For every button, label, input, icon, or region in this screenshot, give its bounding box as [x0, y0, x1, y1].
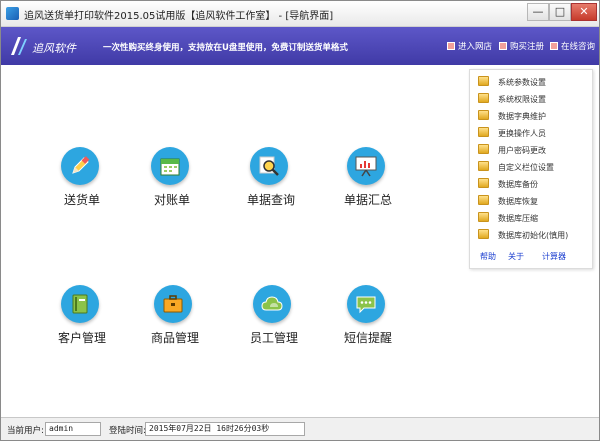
menu-item-change-operator[interactable]: 更换操作人员 [478, 125, 590, 140]
current-user-value: admin [45, 422, 101, 436]
menu-item-system-params[interactable]: 系统参数设置 [478, 74, 590, 89]
register-icon [499, 42, 507, 50]
menu-item-change-password[interactable]: 用户密码更改 [478, 142, 590, 157]
menu-item-label: 系统权限设置 [498, 95, 546, 104]
tile-icon-circle [253, 285, 291, 323]
tile-label: 对账单 [153, 193, 190, 207]
menu-item-label: 系统参数设置 [498, 78, 546, 87]
main-window: 追风送货单打印软件2015.05试用版【追风软件工作室】 - [导航界面] — … [0, 0, 600, 441]
tile-product-management[interactable]: 商品管理 [130, 285, 220, 369]
folder-icon [478, 110, 489, 120]
tile-icon-circle [347, 285, 385, 323]
tile-label: 送货单 [63, 193, 100, 207]
window-title: 追风送货单打印软件2015.05试用版【追风软件工作室】 - [导航界面] [24, 11, 334, 22]
tile-label: 单据汇总 [343, 193, 392, 207]
tile-icon-circle [151, 147, 189, 185]
store-icon [447, 42, 455, 50]
menu-item-data-dictionary[interactable]: 数据字典维护 [478, 108, 590, 123]
address-book-icon [72, 294, 88, 314]
buy-register-link[interactable]: 购买注册 [499, 40, 544, 52]
tile-sms-reminder[interactable]: 短信提醒 [323, 285, 413, 369]
folder-icon [478, 93, 489, 103]
calendar-icon [160, 158, 180, 176]
menu-item-label: 数据字典维护 [498, 112, 546, 121]
folder-icon [478, 144, 489, 154]
folder-icon [478, 229, 489, 239]
tile-icon-circle [61, 285, 99, 323]
tile-label: 短信提醒 [343, 331, 392, 345]
header-banner: 追风软件 一次性购买终身使用，支持放在U盘里使用，免费订制送货单格式 进入网店 … [1, 27, 599, 65]
tile-delivery-note[interactable]: 送货单 [37, 147, 127, 231]
chat-icon [550, 42, 558, 50]
navigation-area: 送货单 对账单 单据查询 单据汇总 客户管理 商品管理 员工管理 短信提醒 系统… [1, 65, 599, 417]
tile-icon-circle [250, 147, 288, 185]
menu-item-db-restore[interactable]: 数据库恢复 [478, 193, 590, 208]
login-time-label: 登陆时间: [109, 426, 146, 436]
calculator-link[interactable]: 计算器 [542, 251, 566, 262]
login-time-value: 2015年07月22日 16时26分03秒 [145, 422, 305, 436]
menu-item-db-backup[interactable]: 数据库备份 [478, 176, 590, 191]
pencil-icon [72, 156, 90, 174]
menu-item-db-initialize[interactable]: 数据库初始化(慎用) [478, 227, 590, 242]
settings-menu-panel: 系统参数设置 系统权限设置 数据字典维护 更换操作人员 用户密码更改 自定义栏位… [469, 69, 593, 269]
folder-icon [478, 178, 489, 188]
speech-bubble-icon [356, 296, 376, 314]
tile-icon-circle [154, 285, 192, 323]
tile-label: 客户管理 [57, 331, 106, 345]
online-consult-label: 在线咨询 [561, 42, 596, 52]
maximize-button[interactable]: □ [549, 3, 571, 21]
about-link[interactable]: 关于 [508, 251, 524, 262]
tile-label: 单据查询 [246, 193, 295, 207]
tile-document-query[interactable]: 单据查询 [226, 147, 316, 231]
slogan-text: 一次性购买终身使用，支持放在U盘里使用，免费订制送货单格式 [103, 43, 348, 53]
logo-text: 追风软件 [32, 42, 76, 55]
tile-icon-circle [61, 147, 99, 185]
tile-label: 商品管理 [150, 331, 199, 345]
logo-icon [11, 37, 27, 55]
folder-icon [478, 127, 489, 137]
app-icon [6, 7, 19, 20]
menu-item-label: 数据库压缩 [498, 214, 538, 223]
close-button[interactable]: ✕ [571, 3, 597, 21]
menu-item-label: 更换操作人员 [498, 129, 546, 138]
menu-item-db-compress[interactable]: 数据库压缩 [478, 210, 590, 225]
folder-icon [478, 76, 489, 86]
tile-customer-management[interactable]: 客户管理 [37, 285, 127, 369]
title-bar[interactable]: 追风送货单打印软件2015.05试用版【追风软件工作室】 - [导航界面] — … [1, 1, 599, 27]
enter-store-label: 进入网店 [458, 42, 493, 52]
menu-item-label: 自定义栏位设置 [498, 163, 554, 172]
tile-icon-circle [347, 147, 385, 185]
tile-statement[interactable]: 对账单 [127, 147, 217, 231]
folder-icon [478, 195, 489, 205]
current-user-label: 当前用户: [7, 426, 44, 436]
tile-label: 员工管理 [249, 331, 298, 345]
menu-item-label: 数据库备份 [498, 180, 538, 189]
folder-icon [478, 212, 489, 222]
menu-item-label: 用户密码更改 [498, 146, 546, 155]
enter-store-link[interactable]: 进入网店 [447, 40, 492, 52]
menu-item-system-permissions[interactable]: 系统权限设置 [478, 91, 590, 106]
status-bar: 当前用户: admin 登陆时间: 2015年07月22日 16时26分03秒 [1, 417, 599, 440]
folder-icon [478, 161, 489, 171]
buy-register-label: 购买注册 [510, 42, 545, 52]
menu-item-label: 数据库初始化(慎用) [498, 231, 569, 240]
online-consult-link[interactable]: 在线咨询 [550, 40, 595, 52]
presentation-icon [355, 156, 377, 177]
minimize-button[interactable]: — [527, 3, 549, 21]
briefcase-icon [163, 295, 183, 313]
menu-item-custom-columns[interactable]: 自定义栏位设置 [478, 159, 590, 174]
help-link[interactable]: 帮助 [480, 251, 496, 262]
menu-item-label: 数据库恢复 [498, 197, 538, 206]
tile-staff-management[interactable]: 员工管理 [229, 285, 319, 369]
magnifier-icon [259, 156, 279, 176]
tile-document-summary[interactable]: 单据汇总 [323, 147, 413, 231]
cloud-icon [261, 296, 283, 311]
